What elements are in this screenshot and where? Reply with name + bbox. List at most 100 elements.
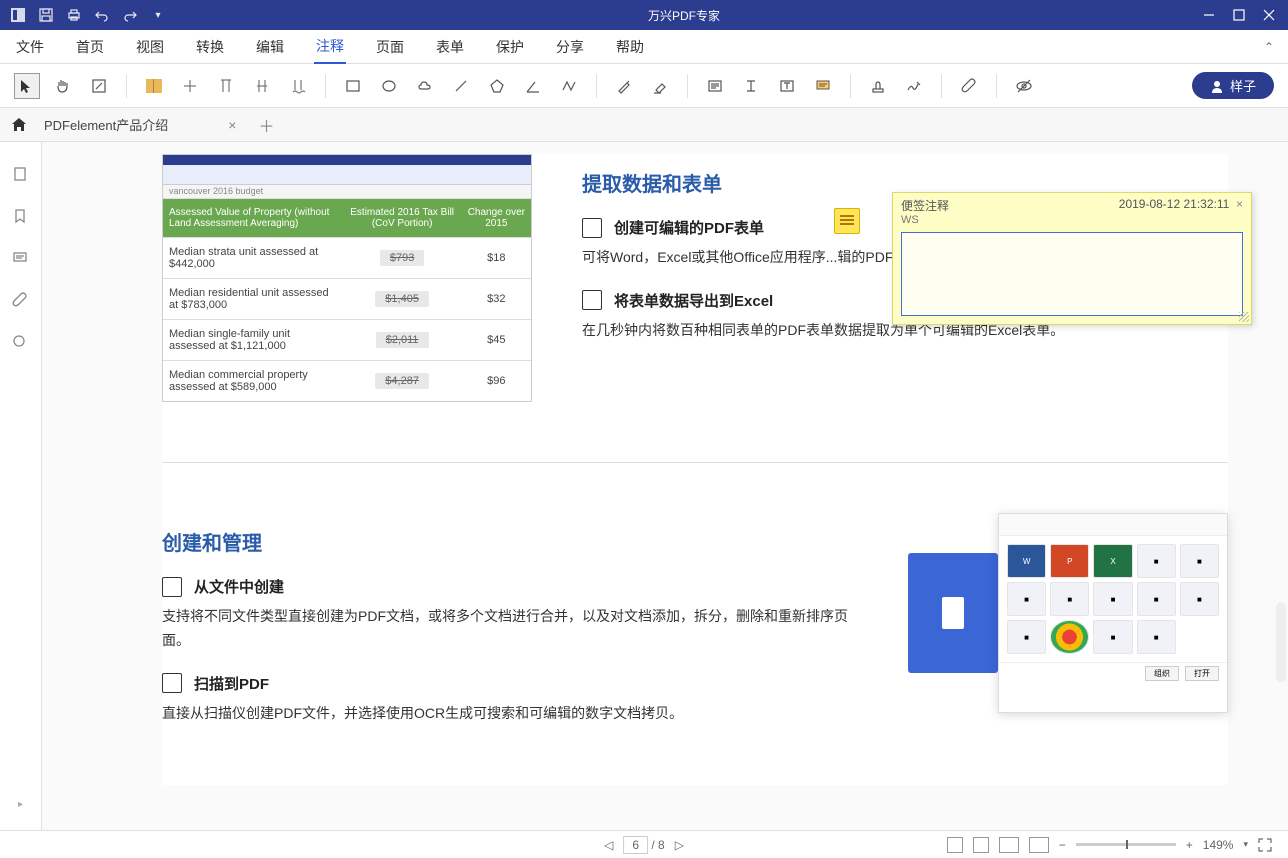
stamp-tool-icon[interactable] xyxy=(865,73,891,99)
page-current[interactable]: 6 xyxy=(623,836,648,854)
fullscreen-icon[interactable] xyxy=(1258,838,1272,852)
search-panel-icon[interactable] xyxy=(12,334,30,352)
collapse-ribbon-icon[interactable]: ⌃ xyxy=(1264,40,1274,54)
embedded-table-image: vancouver 2016 budget Assessed Value of … xyxy=(162,154,532,402)
menu-protect[interactable]: 保护 xyxy=(494,31,526,63)
undo-icon[interactable] xyxy=(94,7,110,23)
toolbar-separator xyxy=(941,74,942,98)
sticky-author: WS xyxy=(893,214,1251,230)
folder-icon xyxy=(162,577,182,597)
menu-home[interactable]: 首页 xyxy=(74,31,106,63)
view-facing-continuous-icon[interactable] xyxy=(1029,837,1049,853)
view-facing-icon[interactable] xyxy=(999,837,1019,853)
arrow-tool-icon[interactable] xyxy=(520,73,546,99)
pencil-tool-icon[interactable] xyxy=(611,73,637,99)
prev-page-icon[interactable]: ◁ xyxy=(604,838,613,852)
view-single-icon[interactable] xyxy=(947,837,963,853)
oval-tool-icon[interactable] xyxy=(376,73,402,99)
hand-tool-icon[interactable] xyxy=(50,73,76,99)
section-title-create: 创建和管理 xyxy=(162,527,858,556)
comments-panel-icon[interactable] xyxy=(12,250,30,268)
titlebar: ▾ 万兴PDF专家 xyxy=(0,0,1288,30)
callout-tool-icon[interactable] xyxy=(810,73,836,99)
section-divider xyxy=(162,462,1228,463)
squiggly-tool-icon[interactable] xyxy=(285,73,311,99)
menu-annotate[interactable]: 注释 xyxy=(314,30,346,64)
textbox-tool-icon[interactable] xyxy=(774,73,800,99)
app-logo-icon xyxy=(10,7,26,23)
redo-icon[interactable] xyxy=(122,7,138,23)
menu-form[interactable]: 表单 xyxy=(434,31,466,63)
underline-tool-icon[interactable] xyxy=(213,73,239,99)
menu-help[interactable]: 帮助 xyxy=(614,31,646,63)
zoom-out-icon[interactable]: − xyxy=(1059,838,1066,852)
maximize-button[interactable] xyxy=(1232,8,1246,22)
thumbnails-panel-icon[interactable] xyxy=(12,166,30,184)
typewriter-tool-icon[interactable] xyxy=(738,73,764,99)
sticky-timestamp: 2019-08-12 21:32:11 xyxy=(1119,197,1230,211)
menu-file[interactable]: 文件 xyxy=(14,31,46,63)
menubar: 文件 首页 视图 转换 编辑 注释 页面 表单 保护 分享 帮助 ⌃ xyxy=(0,30,1288,64)
sticky-note-popup[interactable]: 便签注释 2019-08-12 21:32:11 × WS xyxy=(892,192,1252,325)
cloud-tool-icon[interactable] xyxy=(412,73,438,99)
statusbar: ◁ 6 / 8 ▷ − + 149% ▾ xyxy=(0,830,1288,858)
bookmarks-panel-icon[interactable] xyxy=(12,208,30,226)
sticky-close-icon[interactable]: × xyxy=(1236,197,1243,211)
menu-view[interactable]: 视图 xyxy=(134,31,166,63)
menu-convert[interactable]: 转换 xyxy=(194,31,226,63)
user-account-button[interactable]: 样子 xyxy=(1192,72,1274,99)
sticky-resize-handle[interactable] xyxy=(1239,312,1249,322)
attachments-panel-icon[interactable] xyxy=(12,292,30,310)
toolbar-separator xyxy=(996,74,997,98)
page-total: / 8 xyxy=(651,838,664,852)
toolbar-separator xyxy=(850,74,851,98)
document-tab[interactable]: PDFelement产品介绍 × xyxy=(36,115,244,134)
line-tool-icon[interactable] xyxy=(448,73,474,99)
zoom-in-icon[interactable]: + xyxy=(1186,838,1193,852)
select-tool-icon[interactable] xyxy=(14,73,40,99)
collapse-sidebar-icon[interactable]: ▸ xyxy=(18,799,23,810)
hide-annotations-icon[interactable] xyxy=(1011,73,1037,99)
toolbar-separator xyxy=(325,74,326,98)
view-continuous-icon[interactable] xyxy=(973,837,989,853)
attachment-tool-icon[interactable] xyxy=(956,73,982,99)
document-canvas[interactable]: vancouver 2016 budget Assessed Value of … xyxy=(42,142,1288,830)
menu-edit[interactable]: 编辑 xyxy=(254,31,286,63)
side-panel: ▸ xyxy=(0,142,42,830)
main-area: ▸ vancouver 2016 budget Assessed Value o… xyxy=(0,142,1288,830)
user-icon xyxy=(1210,79,1224,93)
close-button[interactable] xyxy=(1262,8,1276,22)
sticky-textarea[interactable] xyxy=(901,232,1243,316)
edit-tool-icon[interactable] xyxy=(86,73,112,99)
tabbar: PDFelement产品介绍 × ＋ xyxy=(0,108,1288,142)
signature-tool-icon[interactable] xyxy=(901,73,927,99)
rectangle-tool-icon[interactable] xyxy=(340,73,366,99)
scanner-icon xyxy=(162,673,182,693)
print-icon[interactable] xyxy=(66,7,82,23)
vertical-scrollbar[interactable] xyxy=(1276,602,1286,682)
highlight-tool-icon[interactable] xyxy=(141,73,167,99)
zoom-value[interactable]: 149% xyxy=(1203,838,1234,852)
zoom-slider[interactable] xyxy=(1076,843,1176,846)
zoom-dropdown-icon[interactable]: ▾ xyxy=(1243,839,1248,850)
home-tab-icon[interactable] xyxy=(10,116,28,134)
toolbar-separator xyxy=(687,74,688,98)
note-tool-icon[interactable] xyxy=(702,73,728,99)
save-icon[interactable] xyxy=(38,7,54,23)
form-icon xyxy=(582,218,602,238)
minimize-button[interactable] xyxy=(1202,8,1216,22)
export-icon xyxy=(582,290,602,310)
close-tab-icon[interactable]: × xyxy=(228,117,236,133)
menu-share[interactable]: 分享 xyxy=(554,31,586,63)
strikethrough-tool-icon[interactable] xyxy=(249,73,275,99)
sticky-note-marker[interactable] xyxy=(834,208,860,234)
polyline-tool-icon[interactable] xyxy=(556,73,582,99)
new-tab-button[interactable]: ＋ xyxy=(252,113,280,137)
strikethrough-left-icon[interactable] xyxy=(177,73,203,99)
menu-page[interactable]: 页面 xyxy=(374,31,406,63)
app-title: 万兴PDF专家 xyxy=(166,7,1202,24)
eraser-tool-icon[interactable] xyxy=(647,73,673,99)
next-page-icon[interactable]: ▷ xyxy=(675,838,684,852)
polygon-tool-icon[interactable] xyxy=(484,73,510,99)
qat-dropdown-icon[interactable]: ▾ xyxy=(150,7,166,23)
